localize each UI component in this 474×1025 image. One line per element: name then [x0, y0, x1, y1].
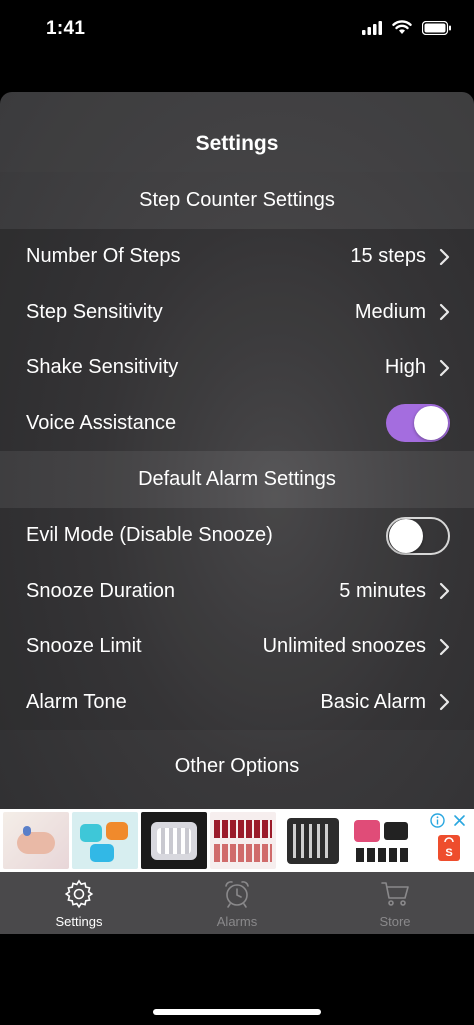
row-label: Snooze Duration [26, 579, 175, 602]
ad-image [141, 812, 207, 869]
ad-image [3, 812, 69, 869]
row-number-of-steps[interactable]: Number Of Steps 15 steps [0, 229, 474, 285]
ad-badge [430, 813, 466, 828]
page-title: Settings [195, 132, 279, 155]
chevron-right-icon [439, 694, 450, 711]
toggle-knob [389, 518, 423, 553]
gear-icon [64, 879, 94, 909]
shop-bag-icon: S [438, 835, 460, 861]
section-header-step-counter: Step Counter Settings [0, 172, 474, 229]
status-bar: 1:41 [0, 0, 474, 60]
chevron-right-icon [439, 359, 450, 376]
row-label: Evil Mode (Disable Snooze) [26, 524, 273, 547]
row-label: Shake Sensitivity [26, 356, 179, 379]
nav-bar: Settings [0, 92, 474, 172]
row-value: High [384, 356, 426, 379]
settings-sheet: Settings Step Counter Settings Number Of… [0, 92, 474, 934]
row-value: Medium [354, 300, 426, 323]
wifi-icon [392, 20, 412, 34]
tab-store[interactable]: Store [316, 872, 474, 934]
status-time: 1:41 [46, 18, 86, 39]
row-label: Number Of Steps [26, 245, 181, 268]
ad-close-icon[interactable] [453, 814, 466, 827]
ad-banner[interactable]: S [0, 809, 474, 872]
svg-text:S: S [445, 847, 452, 859]
tab-bar: Settings Alarms Store [0, 872, 474, 934]
row-shake-sensitivity[interactable]: Shake Sensitivity High [0, 340, 474, 396]
cart-icon [381, 882, 409, 906]
ad-image [348, 812, 414, 869]
ad-image [72, 812, 138, 869]
row-value: Basic Alarm [320, 690, 426, 713]
ad-image [279, 812, 345, 869]
row-label: Snooze Limit [26, 635, 142, 658]
tab-label: Store [379, 914, 411, 929]
alarm-clock-icon [225, 881, 249, 908]
row-step-sensitivity[interactable]: Step Sensitivity Medium [0, 284, 474, 340]
chevron-right-icon [439, 304, 450, 321]
row-value: Unlimited snoozes [262, 635, 426, 658]
toggle-knob [414, 406, 448, 441]
row-label: Alarm Tone [26, 690, 127, 713]
section-header-default-alarm: Default Alarm Settings [0, 451, 474, 508]
chevron-right-icon [439, 638, 450, 655]
section-header-other-options: Other Options [174, 754, 300, 777]
row-snooze-duration[interactable]: Snooze Duration 5 minutes [0, 563, 474, 619]
signal-icon [362, 20, 382, 35]
row-value: 5 minutes [339, 579, 426, 602]
row-voice-assistance: Voice Assistance [0, 395, 474, 451]
tab-label: Settings [55, 914, 103, 929]
tab-alarms[interactable]: Alarms [158, 872, 316, 934]
row-value: 15 steps [350, 245, 426, 268]
row-alarm-tone[interactable]: Alarm Tone Basic Alarm [0, 674, 474, 730]
ad-info-icon[interactable] [430, 813, 445, 828]
ad-image [210, 812, 276, 869]
row-snooze-limit[interactable]: Snooze Limit Unlimited snoozes [0, 619, 474, 675]
row-label: Step Sensitivity [26, 300, 163, 323]
status-icons [362, 20, 452, 35]
evil-mode-toggle[interactable] [386, 516, 450, 555]
row-label: Voice Assistance [26, 411, 177, 434]
chevron-right-icon [439, 248, 450, 265]
voice-assistance-toggle[interactable] [386, 404, 450, 443]
tab-settings[interactable]: Settings [0, 872, 158, 934]
tab-label: Alarms [216, 914, 258, 929]
chevron-right-icon [439, 583, 450, 600]
row-evil-mode: Evil Mode (Disable Snooze) [0, 508, 474, 564]
battery-icon [422, 20, 451, 35]
home-indicator [153, 1009, 321, 1015]
